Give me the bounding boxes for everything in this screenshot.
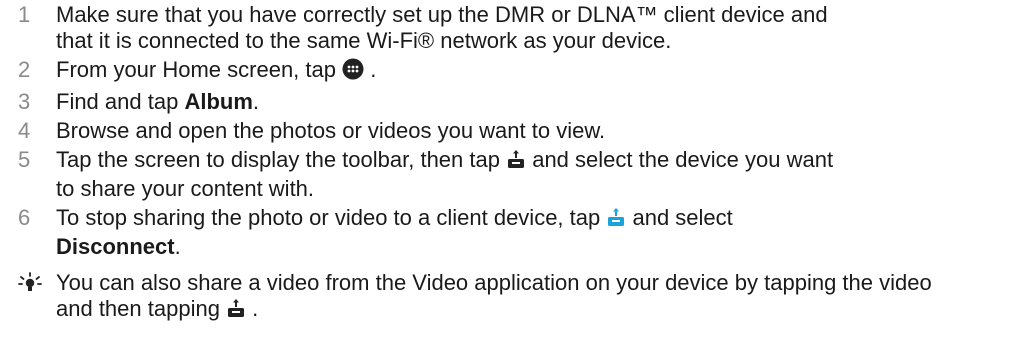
tip-text-part: . xyxy=(252,296,259,321)
step-text: Make sure that you have correctly set up… xyxy=(56,2,1030,54)
step-text: Find and tap Album. xyxy=(56,89,1030,115)
step-3: 3 Find and tap Album. xyxy=(0,89,1030,115)
step-5: 5 Tap the screen to display the toolbar,… xyxy=(0,147,1030,202)
step-number: 5 xyxy=(18,147,31,172)
step-text-part: . xyxy=(370,57,377,82)
step-text-part: To stop sharing the photo or video to a … xyxy=(56,205,607,230)
tip-text: You can also share a video from the Vide… xyxy=(56,270,1030,325)
step-4: 4 Browse and open the photos or videos y… xyxy=(0,118,1030,144)
step-number: 6 xyxy=(18,205,31,230)
step-text: Tap the screen to display the toolbar, t… xyxy=(56,147,1030,202)
instruction-steps: 1 Make sure that you have correctly set … xyxy=(0,2,1030,260)
lightbulb-tip-icon xyxy=(0,270,56,300)
step-line: Make sure that you have correctly set up… xyxy=(56,2,828,27)
tip-note: You can also share a video from the Vide… xyxy=(0,270,1030,325)
step-text-part: Tap the screen to display the toolbar, t… xyxy=(56,147,507,172)
step-number: 1 xyxy=(18,2,31,27)
step-2: 2 From your Home screen, tap . xyxy=(0,57,1030,86)
step-line: that it is connected to the same Wi-Fi® … xyxy=(56,28,672,53)
step-number: 2 xyxy=(18,57,31,82)
step-text-part: Find and tap xyxy=(56,89,185,114)
step-line: Tap the screen to display the toolbar, t… xyxy=(56,147,1010,176)
step-1: 1 Make sure that you have correctly set … xyxy=(0,2,1030,54)
step-text-part: . xyxy=(252,89,260,114)
step-text-part: and select the device you want xyxy=(532,147,834,172)
step-text-part: and select xyxy=(632,205,733,230)
step-text: Browse and open the photos or videos you… xyxy=(56,118,606,143)
step-text-part: From your Home screen, tap xyxy=(56,57,343,82)
step-text-part: . xyxy=(174,234,181,259)
album-label: Album xyxy=(184,89,253,114)
cast-share-icon xyxy=(506,148,526,176)
step-number: 3 xyxy=(18,89,31,114)
apps-grid-icon xyxy=(342,58,364,86)
step-line: to share your content with. xyxy=(56,176,315,201)
step-line: To stop sharing the photo or video to a … xyxy=(56,205,1010,234)
tip-line: and then tapping . xyxy=(56,296,1016,325)
tip-line: You can also share a video from the Vide… xyxy=(56,270,932,295)
step-6: 6 To stop sharing the photo or video to … xyxy=(0,205,1030,260)
tip-text-part: and then tapping xyxy=(56,296,227,321)
cast-share-icon xyxy=(226,297,246,325)
cast-share-active-icon xyxy=(606,206,626,234)
step-text: To stop sharing the photo or video to a … xyxy=(56,205,1030,260)
disconnect-label: Disconnect xyxy=(56,234,175,259)
step-text: From your Home screen, tap . xyxy=(56,57,1030,86)
step-line: Disconnect. xyxy=(56,234,1010,260)
step-number: 4 xyxy=(18,118,31,143)
